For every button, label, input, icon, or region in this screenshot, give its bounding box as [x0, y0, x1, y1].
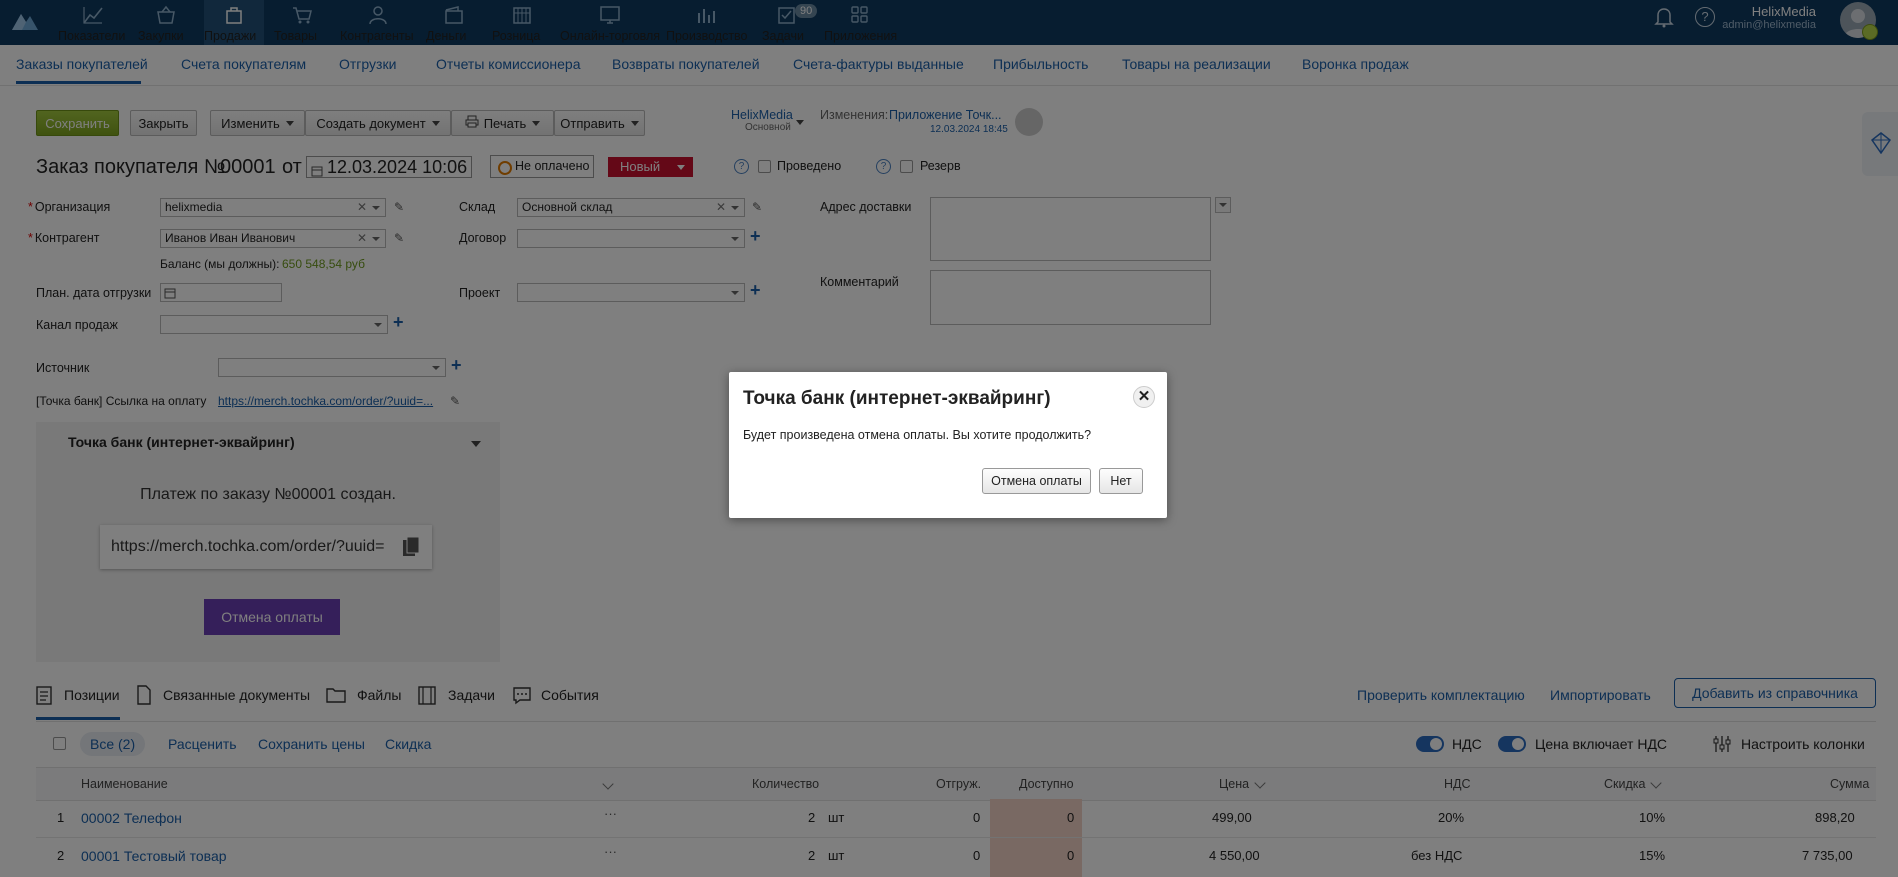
- dialog-title: Точка банк (интернет-эквайринг): [743, 388, 1051, 409]
- dialog-message: Будет произведена отмена оплаты. Вы хоти…: [743, 428, 1092, 442]
- confirm-dialog: Точка банк (интернет-эквайринг) ✕ Будет …: [729, 372, 1167, 518]
- dialog-close-button[interactable]: ✕: [1133, 386, 1155, 408]
- close-icon: ✕: [1137, 388, 1151, 405]
- confirm-cancel-payment-button[interactable]: Отмена оплаты: [982, 468, 1091, 494]
- no-button[interactable]: Нет: [1099, 468, 1143, 494]
